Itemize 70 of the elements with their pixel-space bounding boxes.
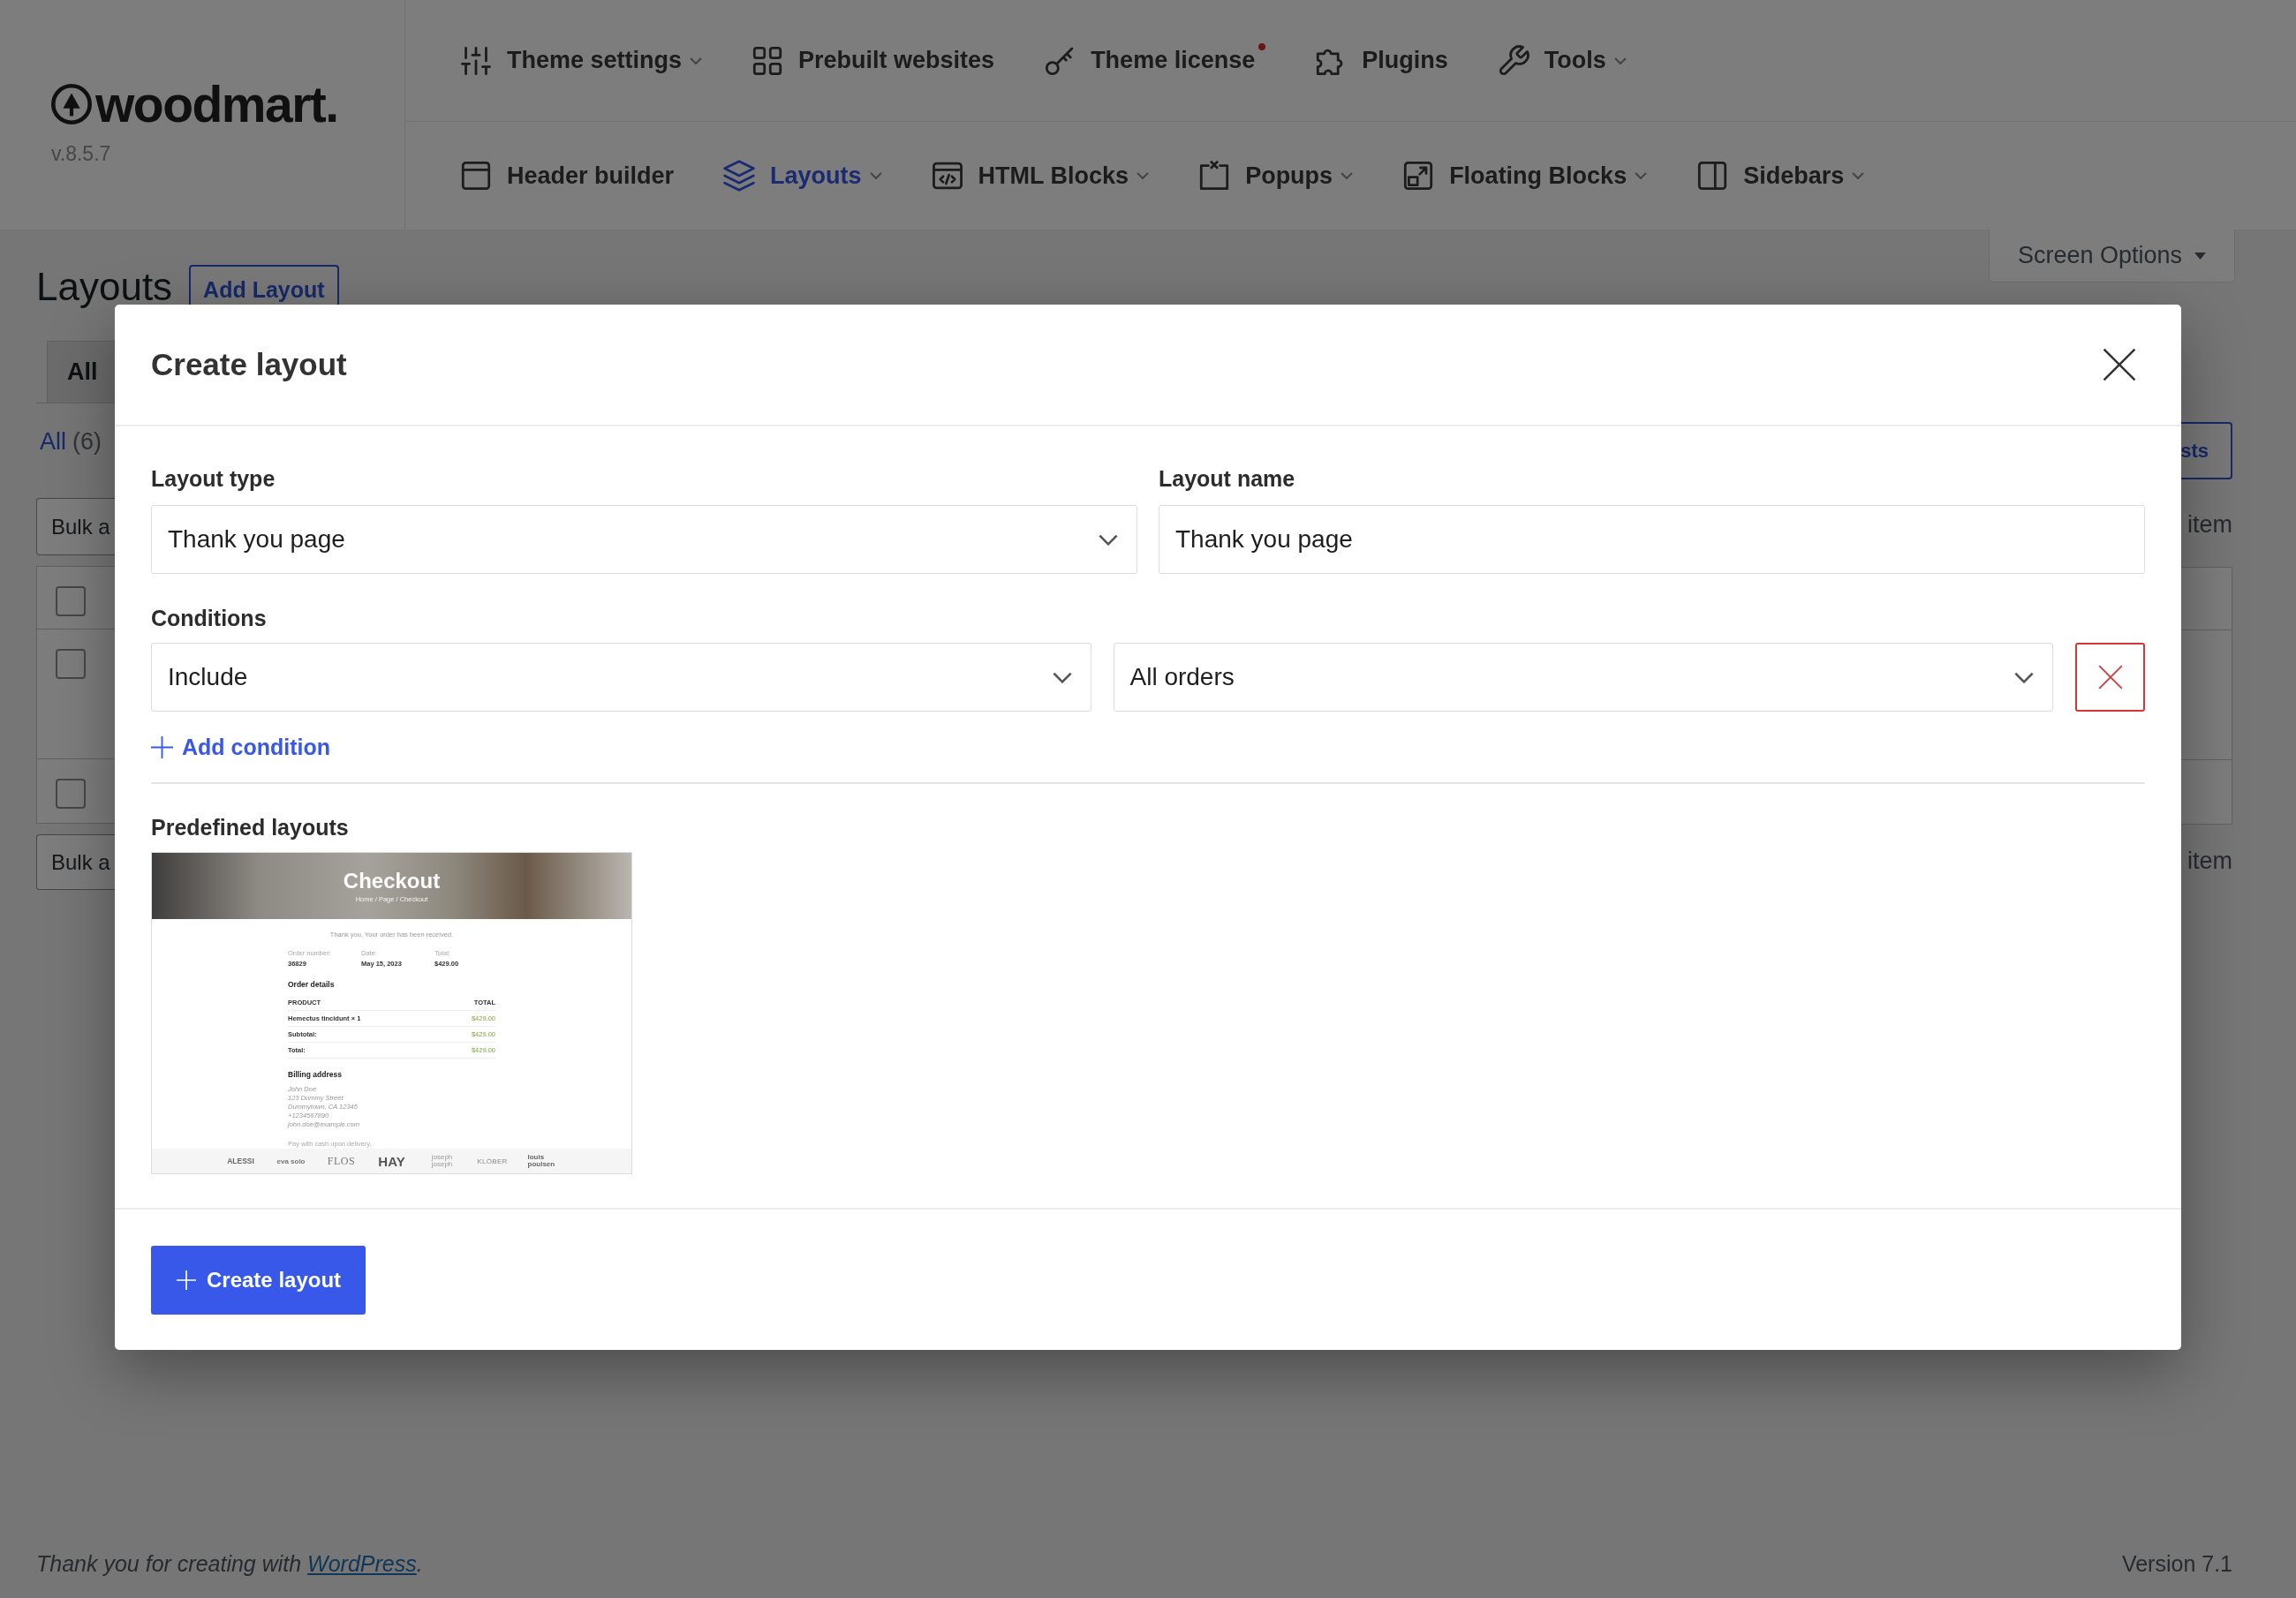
wordpress-link[interactable]: WordPress [307,1551,417,1576]
add-layout-button[interactable]: Add Layout [189,265,339,305]
nav-link[interactable]: Sidebars [1696,158,1865,193]
brand-logo: ALESSI [227,1157,254,1165]
page-button[interactable]: sts [2181,422,2232,479]
floating-window-icon [1402,160,1435,192]
field-label: Conditions [151,605,267,631]
brand-logo: eva solo [276,1157,306,1165]
item-count: item [2186,510,2232,539]
footer-credit: Thank you for creating with WordPress. [36,1550,423,1577]
field-label: Layout name [1159,465,1295,492]
create-layout-button[interactable]: Create layout [151,1246,366,1315]
count-label: (6) [72,428,102,455]
banner-title: Checkout [343,869,441,893]
layout-thumbnail[interactable] [151,852,632,1174]
brand-logo: joseph joseph [430,1154,454,1168]
item-count: item [2186,847,2232,875]
text-input[interactable]: Thank you page [1159,505,2145,574]
nav-link[interactable]: Header builder [460,158,675,193]
checkbox[interactable] [56,779,86,809]
plus-icon [151,735,173,758]
nav-link[interactable]: Popups [1198,158,1354,193]
brand-logo: FLOS [327,1154,356,1168]
dropdown-field[interactable]: Include [151,643,1091,712]
x-icon [2097,665,2123,690]
tab[interactable]: All [47,341,115,403]
caret-icon [2194,252,2206,260]
code-window-icon [931,160,963,192]
circle-arrow-logo-icon [51,84,92,124]
brand-logo: louis poulsen [527,1154,556,1168]
nav-link[interactable]: Theme settings [460,42,703,79]
bulk-actions-select[interactable]: Bulk a [36,498,115,555]
checkbox[interactable] [56,649,86,679]
version-label: v.8.5.7 [51,141,111,166]
section-heading: Billing address [288,1070,342,1079]
chevron-down-icon [1051,671,1073,683]
nav-link[interactable]: Layouts [723,158,882,193]
sliders-icon [460,44,492,77]
nav-link[interactable]: Plugins [1315,42,1448,79]
field-label: Layout type [151,465,276,492]
view-filter-link[interactable]: All [40,428,66,455]
grid-icon [751,44,784,77]
sidebar-icon [1696,160,1729,192]
window-icon [460,160,492,192]
section-label: Predefined layouts [151,814,349,840]
logo-wordmark: woodmart. [95,78,338,131]
add-condition-button[interactable]: Add condition [151,734,331,760]
chevron-down-icon [1098,533,1119,546]
dropdown-field[interactable]: All orders [1113,643,2053,712]
layers-icon [723,160,756,192]
popup-window-icon [1198,160,1231,192]
close-icon [2103,348,2136,381]
remove-condition-button[interactable] [2075,643,2145,712]
screen-options-button[interactable]: Screen Options [1988,230,2235,283]
checkbox[interactable] [56,586,86,616]
version-text: Version 7.1 [2121,1550,2232,1577]
chevron-down-icon [2013,671,2035,683]
plus-icon [177,1270,196,1290]
nav-link[interactable]: Tools [1497,42,1627,79]
wrench-icon [1497,44,1529,77]
nav-link[interactable]: Theme license [1044,42,1266,79]
bulk-actions-select[interactable]: Bulk a [36,834,115,890]
nav-link[interactable]: Prebuilt websites [751,42,995,79]
section-heading: Order details [288,980,335,989]
modal-title: Create layout [151,347,347,382]
brand-logo: KLÖBER [477,1157,508,1165]
brand-logo: HAY [378,1153,405,1169]
dropdown-field[interactable]: Thank you page [151,505,1137,574]
nav-link[interactable]: HTML Blocks [931,158,1150,193]
nav-link[interactable]: Floating Blocks [1402,158,1648,193]
